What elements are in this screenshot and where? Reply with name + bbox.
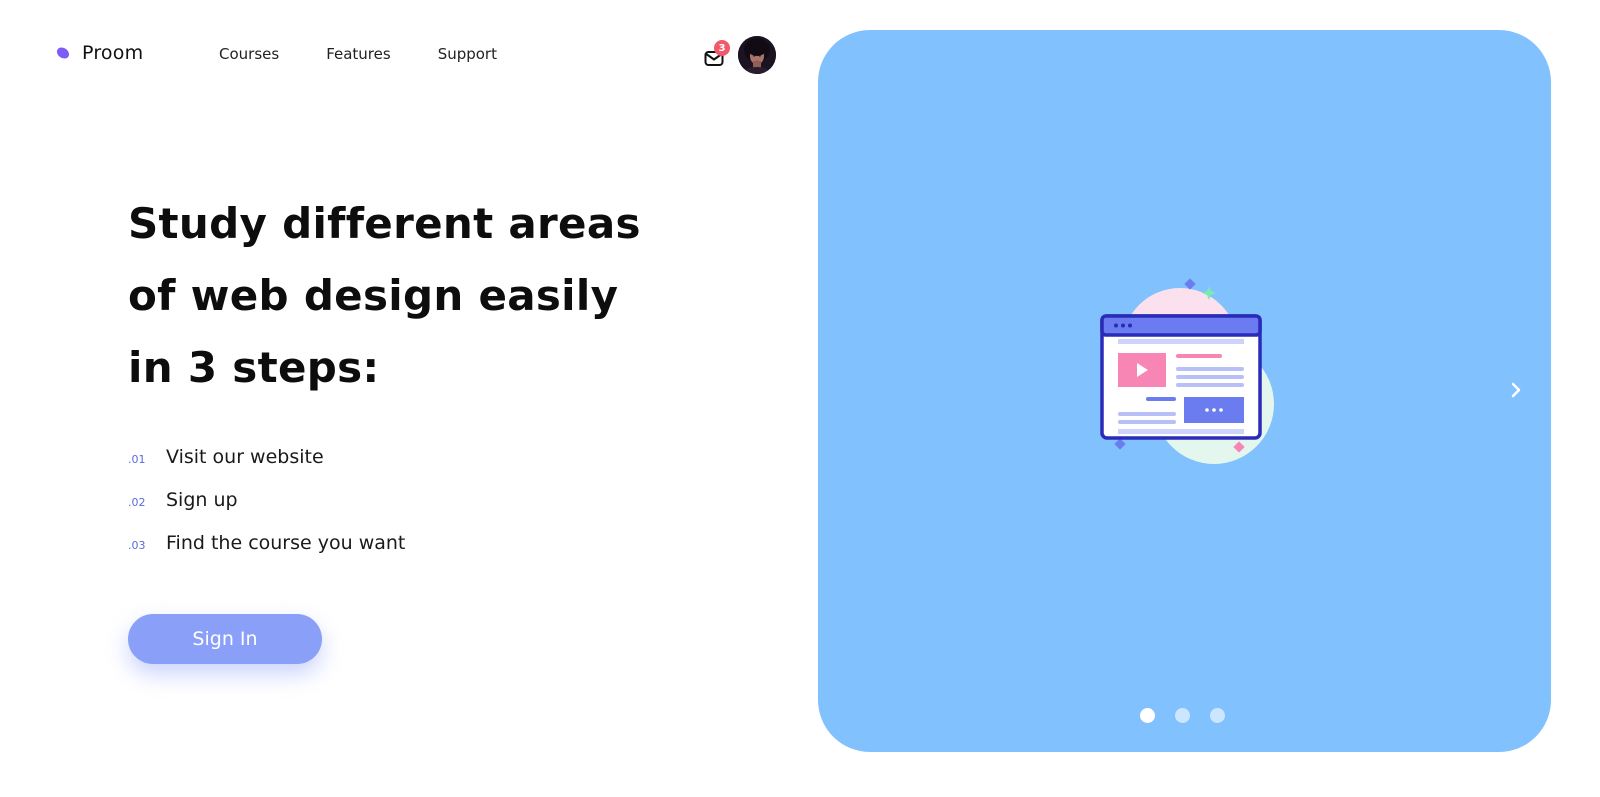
logo[interactable]: Proom xyxy=(56,42,143,64)
nav-support[interactable]: Support xyxy=(438,45,497,63)
step-text: Find the course you want xyxy=(166,532,406,554)
step-item: .01 Visit our website xyxy=(128,446,405,489)
nav-courses[interactable]: Courses xyxy=(219,45,279,63)
carousel-dots xyxy=(1140,708,1225,723)
step-item: .03 Find the course you want xyxy=(128,532,405,575)
user-avatar[interactable] xyxy=(738,36,776,74)
step-item: .02 Sign up xyxy=(128,489,405,532)
step-text: Visit our website xyxy=(166,446,324,468)
hero-title: Study different areas of web design easi… xyxy=(128,199,641,392)
brand-name: Proom xyxy=(82,42,144,64)
step-number: .01 xyxy=(128,453,146,466)
sign-in-button[interactable]: Sign In xyxy=(128,614,322,664)
logo-mark-icon xyxy=(56,46,70,60)
main-nav: Courses Features Support xyxy=(219,45,497,63)
notification-badge: 3 xyxy=(714,40,730,56)
web-browser-illustration xyxy=(1094,264,1284,478)
nav-features[interactable]: Features xyxy=(326,45,391,63)
carousel-dot-2[interactable] xyxy=(1175,708,1190,723)
steps-list: .01 Visit our website .02 Sign up .03 Fi… xyxy=(128,446,405,575)
carousel-dot-1[interactable] xyxy=(1140,708,1155,723)
step-number: .02 xyxy=(128,496,146,509)
step-number: .03 xyxy=(128,539,146,552)
chevron-right-icon[interactable] xyxy=(1506,378,1526,402)
carousel-dot-3[interactable] xyxy=(1210,708,1225,723)
carousel-panel xyxy=(818,30,1551,752)
step-text: Sign up xyxy=(166,489,238,511)
